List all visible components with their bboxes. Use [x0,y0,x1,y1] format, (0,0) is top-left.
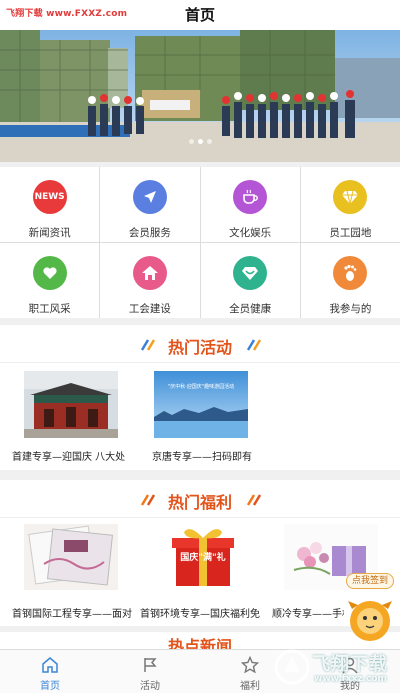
section-header: 热门福利 [0,480,400,518]
menu-item-staff-style[interactable]: 职工风采 [0,243,100,318]
tab-label: 活动 [140,681,160,692]
menu-item-label: 全员健康 [229,303,272,315]
activity-caption: 京唐专享——扫码即有 [152,452,252,463]
diamond-icon [333,180,368,214]
menu-item-my-participation[interactable]: 我参与的 [300,243,400,318]
page-title: 首页 [184,6,215,24]
gift-box-photo: 国庆"满"礼 [156,524,250,590]
menu-item-member-service[interactable]: 会员服务 [100,167,200,242]
lake-poster: "庆中秋·迎国庆"趣味游园活动 [154,371,248,438]
section-title: 热门活动 [167,338,232,357]
hot-activities-section: 热门活动 首建专享—迎国庆 八大处 "庆中秋·迎国庆"趣味游园活动 京唐专享——… [0,325,400,470]
benefit-caption: 顺冷专享——手机洼 [272,609,344,620]
feature-menu: NEWS 新闻资讯 会员服务 文化娱乐 员工园地 职工风采 工会建设 全员健康 … [0,167,400,318]
benefit-card[interactable]: 国庆"满"礼 首钢环境专享—国庆福利免 [140,524,270,620]
menu-item-label: 员工园地 [329,227,372,239]
section-decoration-icon [246,339,262,351]
poster-text: "庆中秋·迎国庆"趣味游园活动 [167,384,235,390]
tab-activity[interactable]: 活动 [100,650,200,693]
health-diamond-icon [233,256,268,290]
carousel-dot-active[interactable] [197,139,203,144]
menu-item-news[interactable]: NEWS 新闻资讯 [0,167,100,242]
menu-item-label: 职工风采 [28,303,71,315]
banner-carousel[interactable] [0,30,400,162]
flag-icon [144,658,157,672]
star-icon [241,656,259,674]
menu-item-health[interactable]: 全员健康 [200,243,300,318]
menu-item-staff-garden[interactable]: 员工园地 [300,167,400,242]
heart-icon [32,256,67,290]
benefit-card[interactable]: 首钢国际工程专享——面对 [10,524,140,620]
section-title: 热门福利 [167,493,232,512]
menu-item-label: 工会建设 [128,303,171,315]
temple-photo [24,371,118,438]
house-icon [132,256,167,290]
top-bar: 飞翔下载 www.FXXZ.com 首页 [0,0,400,30]
carousel-dot[interactable] [188,139,194,144]
activity-card[interactable]: 首建专享—迎国庆 八大处 [10,369,140,464]
menu-item-label: 我参与的 [329,303,372,315]
carousel-dot[interactable] [206,139,212,144]
activity-caption: 首建专享—迎国庆 八大处 [12,452,126,463]
menu-item-label: 新闻资讯 [28,227,71,239]
footprint-icon [333,256,368,290]
menu-item-union-building[interactable]: 工会建设 [100,243,200,318]
menu-item-culture[interactable]: 文化娱乐 [200,167,300,242]
watermark-bottom-text: 飞翔下载 [312,654,388,675]
home-icon [42,657,58,673]
menu-item-label: 文化娱乐 [229,227,272,239]
news-icon: NEWS [32,180,67,214]
notebook-photo [24,524,118,590]
poster-text: 国庆"满"礼 [180,553,226,563]
tab-label: 首页 [40,681,60,692]
coffee-cup-icon [233,180,268,214]
menu-item-label: 会员服务 [128,227,171,239]
watermark-bottom-url: www.fxxz.com [314,674,387,684]
benefit-caption: 首钢环境专享—国庆福利免 [140,609,260,620]
section-decoration-icon [246,494,262,506]
sign-in-button[interactable]: 点我签到 [346,573,394,589]
navigation-arrow-icon [132,180,167,214]
section-header: 热门活动 [0,325,400,363]
tab-home[interactable]: 首页 [0,650,100,693]
carousel-dots [0,129,400,148]
activity-card[interactable]: "庆中秋·迎国庆"趣味游园活动 京唐专享——扫码即有 [146,369,276,464]
benefit-caption: 首钢国际工程专享——面对 [12,609,132,620]
